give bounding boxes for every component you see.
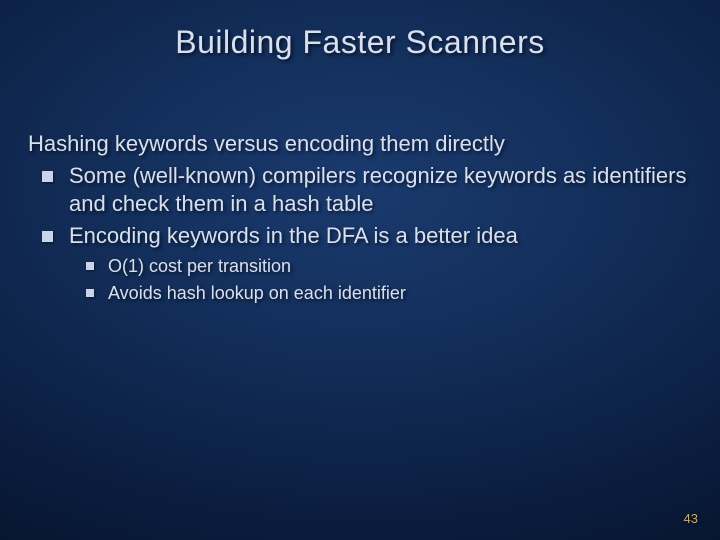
slide-title: Building Faster Scanners: [0, 24, 720, 61]
subbullet-text: Avoids hash lookup on each identifier: [108, 282, 692, 305]
slide: Building Faster Scanners Hashing keyword…: [0, 0, 720, 540]
square-bullet-icon: [42, 231, 53, 242]
bullet-text: Some (well-known) compilers recognize ke…: [69, 162, 692, 218]
subbullet-text: O(1) cost per transition: [108, 255, 692, 278]
square-bullet-icon: [86, 262, 94, 270]
bullet-text: Encoding keywords in the DFA is a better…: [69, 222, 692, 250]
bullet-level2: O(1) cost per transition: [86, 255, 692, 278]
square-bullet-icon: [86, 289, 94, 297]
lead-text: Hashing keywords versus encoding them di…: [28, 130, 692, 158]
bullet-level2: Avoids hash lookup on each identifier: [86, 282, 692, 305]
square-bullet-icon: [42, 171, 53, 182]
bullet-level1: Encoding keywords in the DFA is a better…: [42, 222, 692, 250]
page-number: 43: [684, 511, 698, 526]
bullet-level1: Some (well-known) compilers recognize ke…: [42, 162, 692, 218]
slide-body: Hashing keywords versus encoding them di…: [28, 130, 692, 307]
